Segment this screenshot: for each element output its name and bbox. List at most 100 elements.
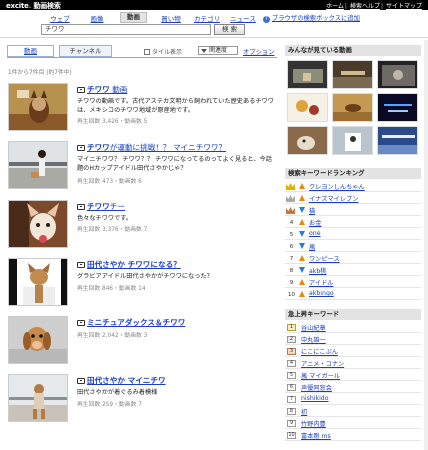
trend-up-icon bbox=[299, 279, 305, 285]
tab-shopping[interactable]: 買い物 bbox=[158, 13, 184, 23]
rank-badge: 5 bbox=[287, 372, 296, 379]
rising-row[interactable]: 6 声優同窓会 bbox=[285, 382, 421, 393]
bronze-crown-icon bbox=[286, 207, 295, 214]
search-input[interactable]: チワワ bbox=[41, 24, 211, 35]
tv-icon bbox=[77, 262, 85, 268]
add-browser-search-link[interactable]: ? ブラウザの検索ボックスに追加 bbox=[263, 13, 360, 23]
ranking-row[interactable]: 10 akbingo bbox=[285, 289, 421, 300]
result-item: チワワ 動画 チワワの動画です。古代アステカ文明から飼われていた歴史あるチワワは… bbox=[7, 83, 277, 139]
result-title-link[interactable]: チワワが運動に挑戦！？ マイニチワワ？ bbox=[77, 142, 226, 153]
trend-up-icon bbox=[299, 219, 305, 225]
popular-video-thumbnail[interactable] bbox=[332, 93, 373, 122]
result-thumbnail[interactable] bbox=[8, 316, 68, 364]
ranking-row[interactable]: イナズマイレブン bbox=[285, 193, 421, 204]
result-description: マイニチワワ？ チワワ？？ チワワになってるのってよく見ると、今話題のHカップア… bbox=[77, 156, 272, 172]
search-area: ウェブ 画像 動画 買い物 カテゴリ ニュース チワワ 検 索 ? ブラウザの検索… bbox=[0, 10, 428, 38]
tab-category[interactable]: カテゴリ bbox=[193, 13, 221, 23]
result-description: 田代さやかが着ぐるみ着模様 bbox=[77, 389, 158, 396]
result-description: 色々なチワワです。 bbox=[77, 215, 133, 222]
rising-row[interactable]: 1 谷山紀章 bbox=[285, 322, 421, 333]
result-title-link[interactable]: 田代さやか チワワになる？ bbox=[77, 259, 181, 270]
tab-video[interactable]: 動画 bbox=[120, 12, 147, 23]
result-meta: 再生回数 3,376・動画数 7 bbox=[77, 227, 148, 233]
popular-video-thumbnail[interactable] bbox=[332, 60, 373, 89]
result-item: チワワチー 色々なチワワです。 再生回数 3,376・動画数 7 bbox=[7, 200, 277, 256]
result-thumbnail[interactable] bbox=[8, 141, 68, 189]
rank-badge: 10 bbox=[287, 432, 296, 439]
top-bar: excite. 動画検索 ホーム| 検索ヘルプ| サイトマップ bbox=[0, 0, 428, 10]
question-icon: ? bbox=[263, 16, 270, 23]
checkbox-icon bbox=[144, 49, 150, 55]
result-meta: 再生回数 259・動画数 7 bbox=[77, 402, 142, 408]
trend-down-icon bbox=[299, 243, 305, 249]
result-title-link[interactable]: 田代さやか マイニチワ bbox=[77, 375, 166, 386]
keyword-ranking-header: 検索キーワードランキング bbox=[285, 168, 421, 179]
result-title-link[interactable]: チワワ 動画 bbox=[77, 84, 127, 95]
sitemap-link[interactable]: サイトマップ bbox=[386, 3, 422, 10]
result-item: 田代さやか チワワになる？ グラビアアイドル田代さやかがチワワになった？ 再生回… bbox=[7, 258, 277, 314]
ranking-row[interactable]: 5 one bbox=[285, 229, 421, 240]
tv-icon bbox=[77, 320, 85, 326]
result-title-link[interactable]: チワワチー bbox=[77, 201, 125, 212]
result-count: 1件から7件目 (約7件中) bbox=[8, 70, 72, 76]
trend-down-icon bbox=[299, 267, 305, 273]
tile-view-checkbox[interactable]: タイル表示 bbox=[144, 47, 182, 56]
rising-keywords-header: 急上昇キーワード bbox=[285, 309, 421, 320]
ranking-row[interactable]: 猫 bbox=[285, 205, 421, 216]
rising-row[interactable]: 8初 bbox=[285, 406, 421, 417]
rank-badge: 2 bbox=[287, 336, 296, 343]
result-thumbnail[interactable] bbox=[8, 374, 68, 422]
rank-badge: 1 bbox=[287, 324, 296, 331]
rank-badge: 6 bbox=[287, 384, 296, 391]
ranking-row[interactable]: 9 アイドル bbox=[285, 277, 421, 288]
tab-channels[interactable]: チャンネル bbox=[59, 45, 112, 57]
result-title-link[interactable]: ミニチュアダックス＆チワワ bbox=[77, 317, 185, 328]
result-thumbnail[interactable] bbox=[8, 200, 68, 248]
rank-badge: 8 bbox=[287, 408, 296, 415]
rising-row[interactable]: 5嵐 マイガール bbox=[285, 370, 421, 381]
tv-icon bbox=[77, 145, 85, 151]
popular-video-thumbnail[interactable] bbox=[332, 126, 373, 155]
gold-crown-icon bbox=[286, 183, 295, 190]
home-link[interactable]: ホーム bbox=[326, 3, 344, 10]
ranking-row[interactable]: 7 ワンピース bbox=[285, 253, 421, 264]
result-description: チワワの動画です。古代アステカ文明から飼われていた歴史あるチワワは、メキシコのチ… bbox=[77, 98, 274, 114]
ranking-row[interactable]: 8 akb桃 bbox=[285, 265, 421, 276]
result-meta: 再生回数 846・動画数 14 bbox=[77, 286, 146, 292]
rising-row[interactable]: 9 竹野内豊 bbox=[285, 418, 421, 429]
tab-videos[interactable]: 動画 bbox=[7, 45, 54, 57]
rank-badge: 9 bbox=[287, 420, 296, 427]
popular-video-thumbnail[interactable] bbox=[377, 126, 418, 155]
rising-row[interactable]: 7 nishikido bbox=[285, 394, 421, 405]
tab-news[interactable]: ニュース bbox=[229, 13, 257, 23]
trend-up-icon bbox=[299, 291, 305, 297]
tab-web[interactable]: ウェブ bbox=[49, 13, 71, 23]
search-help-link[interactable]: 検索ヘルプ bbox=[350, 3, 380, 10]
sort-select[interactable]: 関連度 bbox=[198, 46, 238, 55]
ranking-row[interactable]: クレヨンしんちゃん bbox=[285, 181, 421, 192]
tv-icon bbox=[77, 378, 85, 384]
popular-video-thumbnail[interactable] bbox=[287, 60, 328, 89]
popular-videos-header: みんなが見ている動画 bbox=[285, 45, 421, 56]
rising-row[interactable]: 2 中丸雄一 bbox=[285, 334, 421, 345]
ranking-row[interactable]: 4 お金 bbox=[285, 217, 421, 228]
rising-row[interactable]: 10 富本剛 ms bbox=[285, 430, 421, 441]
search-button[interactable]: 検 索 bbox=[214, 24, 245, 35]
rising-row[interactable]: 4 アニメ・コナン bbox=[285, 358, 421, 369]
result-meta: 再生回数 3,426・動画数 5 bbox=[77, 119, 148, 125]
rising-row[interactable]: 3 にこにこぷん bbox=[285, 346, 421, 357]
result-meta: 再生回数 2,042・動画数 3 bbox=[77, 333, 148, 339]
popular-video-thumbnail[interactable] bbox=[377, 93, 418, 122]
rank-badge: 7 bbox=[287, 396, 296, 403]
trend-down-icon bbox=[299, 207, 305, 213]
tab-images[interactable]: 画像 bbox=[88, 13, 106, 23]
popular-video-thumbnail[interactable] bbox=[287, 126, 328, 155]
ranking-row[interactable]: 6嵐 bbox=[285, 241, 421, 252]
trend-up-icon bbox=[299, 195, 305, 201]
popular-video-thumbnail[interactable] bbox=[287, 93, 328, 122]
scrollbar[interactable] bbox=[424, 40, 428, 450]
result-thumbnail[interactable] bbox=[8, 83, 68, 131]
options-link[interactable]: オプション bbox=[243, 47, 274, 56]
result-thumbnail[interactable] bbox=[8, 258, 68, 306]
popular-video-thumbnail[interactable] bbox=[377, 60, 418, 89]
